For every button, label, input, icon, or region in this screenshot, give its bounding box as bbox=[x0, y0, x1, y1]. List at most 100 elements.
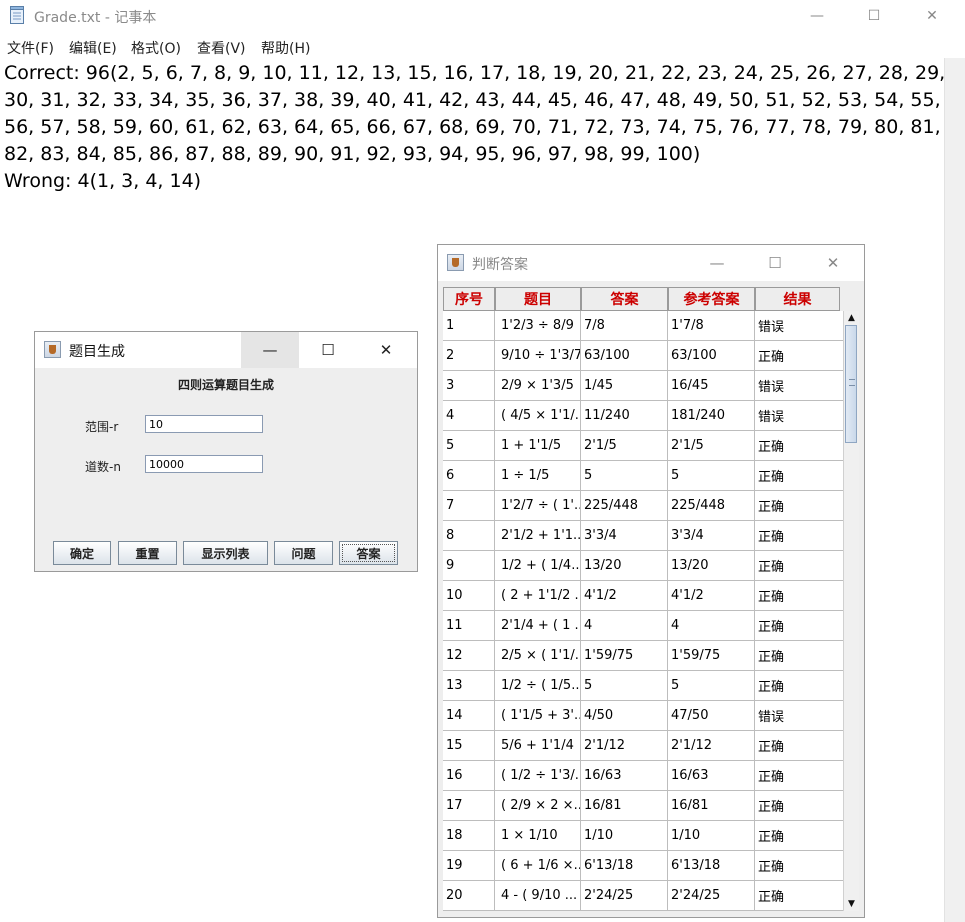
cell-result: 错误 bbox=[755, 371, 844, 401]
notepad-close-button[interactable]: ✕ bbox=[903, 0, 961, 32]
cell-result: 正确 bbox=[755, 431, 844, 461]
table-row[interactable]: 8 2'1/2 + 1'1... 3'3/4 3'3/4 正确 bbox=[443, 521, 844, 551]
generator-title-bar[interactable]: 题目生成 — ☐ ✕ bbox=[35, 332, 417, 368]
table-row[interactable]: 15 5/6 + 1'1/4 2'1/12 2'1/12 正确 bbox=[443, 731, 844, 761]
notepad-menu-bar: 文件(F) 编辑(E) 格式(O) 查看(V) 帮助(H) bbox=[0, 32, 965, 58]
table-row[interactable]: 20 4 - ( 9/10 ... 2'24/25 2'24/25 正确 bbox=[443, 881, 844, 911]
cell-answer: 2'24/25 bbox=[581, 881, 668, 911]
questions-button[interactable]: 问题 bbox=[274, 541, 333, 565]
generator-window: 题目生成 — ☐ ✕ 四则运算题目生成 范围-r 道数-n 确定 重置 显示列表… bbox=[34, 331, 418, 572]
notepad-title-bar[interactable]: Grade.txt - 记事本 — ☐ ✕ bbox=[0, 0, 965, 32]
table-row[interactable]: 1 1'2/3 ÷ 8/9 7/8 1'7/8 错误 bbox=[443, 311, 844, 341]
notepad-title: Grade.txt - 记事本 bbox=[34, 10, 157, 26]
header-index[interactable]: 序号 bbox=[443, 287, 495, 311]
cell-reference: 13/20 bbox=[668, 551, 755, 581]
cell-result: 正确 bbox=[755, 881, 844, 911]
header-answer[interactable]: 答案 bbox=[581, 287, 668, 311]
table-row[interactable]: 10( 2 + 1'1/2 ... 4'1/2 4'1/2 正确 bbox=[443, 581, 844, 611]
table-header: 序号 题目 答案 参考答案 结果 bbox=[443, 287, 840, 311]
grip-icon bbox=[849, 379, 855, 386]
range-input[interactable] bbox=[145, 415, 263, 433]
menu-help[interactable]: 帮助(H) bbox=[261, 38, 310, 58]
cell-index: 3 bbox=[443, 371, 495, 401]
cell-result: 正确 bbox=[755, 581, 844, 611]
cell-reference: 6'13/18 bbox=[668, 851, 755, 881]
cell-question: 5/6 + 1'1/4 bbox=[495, 731, 581, 761]
cell-index: 5 bbox=[443, 431, 495, 461]
cell-answer: 7/8 bbox=[581, 311, 668, 341]
cell-answer: 2'1/12 bbox=[581, 731, 668, 761]
table-row[interactable]: 51 + 1'1/5 2'1/5 2'1/5 正确 bbox=[443, 431, 844, 461]
judge-maximize-button[interactable]: ☐ bbox=[746, 245, 804, 281]
table-row[interactable]: 3 2/9 × 1'3/5 1/45 16/45 错误 bbox=[443, 371, 844, 401]
reset-button[interactable]: 重置 bbox=[118, 541, 177, 565]
table-row[interactable]: 61 ÷ 1/5 5 5 正确 bbox=[443, 461, 844, 491]
cell-reference: 2'1/12 bbox=[668, 731, 755, 761]
cell-result: 正确 bbox=[755, 491, 844, 521]
count-input[interactable] bbox=[145, 455, 263, 473]
generator-minimize-button[interactable]: — bbox=[241, 332, 299, 368]
cell-question: ( 2 + 1'1/2 ... bbox=[495, 581, 581, 611]
cell-index: 4 bbox=[443, 401, 495, 431]
notepad-maximize-button[interactable]: ☐ bbox=[845, 0, 903, 32]
generator-title: 题目生成 bbox=[69, 344, 125, 360]
generator-maximize-button[interactable]: ☐ bbox=[299, 332, 357, 368]
header-result[interactable]: 结果 bbox=[755, 287, 840, 311]
judge-title-bar[interactable]: 判断答案 — ☐ ✕ bbox=[438, 245, 864, 281]
menu-format[interactable]: 格式(O) bbox=[131, 38, 181, 58]
table-row[interactable]: 18 1 × 1/10 1/10 1/10 正确 bbox=[443, 821, 844, 851]
scroll-thumb[interactable] bbox=[845, 325, 857, 443]
judge-minimize-button[interactable]: — bbox=[688, 245, 746, 281]
cell-question: ( 1/2 ÷ 1'3/... bbox=[495, 761, 581, 791]
cell-answer: 13/20 bbox=[581, 551, 668, 581]
text-line: Wrong: 4(1, 3, 4, 14) bbox=[4, 170, 202, 192]
cell-answer: 63/100 bbox=[581, 341, 668, 371]
menu-file[interactable]: 文件(F) bbox=[7, 38, 54, 58]
show-list-button[interactable]: 显示列表 bbox=[183, 541, 268, 565]
cell-result: 正确 bbox=[755, 521, 844, 551]
menu-view[interactable]: 查看(V) bbox=[197, 38, 246, 58]
cell-answer: 4'1/2 bbox=[581, 581, 668, 611]
table-row[interactable]: 13 1/2 ÷ ( 1/5... 5 5 正确 bbox=[443, 671, 844, 701]
table-row[interactable]: 9 1/2 + ( 1/4... 13/20 13/20 正确 bbox=[443, 551, 844, 581]
notepad-vertical-scrollbar[interactable] bbox=[944, 58, 965, 922]
text-line: 56, 57, 58, 59, 60, 61, 62, 63, 64, 65, … bbox=[4, 116, 941, 138]
scroll-up-arrow-icon[interactable]: ▲ bbox=[844, 311, 859, 325]
scroll-down-arrow-icon[interactable]: ▼ bbox=[844, 897, 859, 911]
table-vertical-scrollbar[interactable]: ▲ ▼ bbox=[843, 311, 859, 911]
table-row[interactable]: 11 2'1/4 + ( 1 ... 4 4 正确 bbox=[443, 611, 844, 641]
table-row[interactable]: 16( 1/2 ÷ 1'3/... 16/63 16/63 正确 bbox=[443, 761, 844, 791]
results-table[interactable]: 1 1'2/3 ÷ 8/9 7/8 1'7/8 错误 2 9/10 ÷ 1'3/7 63/10… bbox=[443, 311, 844, 911]
cell-question: 2/9 × 1'3/5 bbox=[495, 371, 581, 401]
judge-title: 判断答案 bbox=[472, 257, 528, 273]
table-row[interactable]: 14( 1'1/5 + 3'... 4/50 47/50 错误 bbox=[443, 701, 844, 731]
answers-button[interactable]: 答案 bbox=[339, 541, 398, 565]
header-reference[interactable]: 参考答案 bbox=[668, 287, 755, 311]
cell-result: 正确 bbox=[755, 731, 844, 761]
cell-reference: 2'1/5 bbox=[668, 431, 755, 461]
cell-index: 18 bbox=[443, 821, 495, 851]
cell-question: 1 ÷ 1/5 bbox=[495, 461, 581, 491]
cell-answer: 4/50 bbox=[581, 701, 668, 731]
cell-reference: 47/50 bbox=[668, 701, 755, 731]
cell-answer: 6'13/18 bbox=[581, 851, 668, 881]
table-row[interactable]: 17( 2/9 × 2 ×... 16/81 16/81 正确 bbox=[443, 791, 844, 821]
cell-question: 4 - ( 9/10 ... bbox=[495, 881, 581, 911]
table-row[interactable]: 12 2/5 × ( 1'1/... 1'59/75 1'59/75 正确 bbox=[443, 641, 844, 671]
cell-index: 7 bbox=[443, 491, 495, 521]
confirm-button[interactable]: 确定 bbox=[53, 541, 111, 565]
judge-close-button[interactable]: ✕ bbox=[804, 245, 862, 281]
cell-question: 1 + 1'1/5 bbox=[495, 431, 581, 461]
header-question[interactable]: 题目 bbox=[495, 287, 581, 311]
notepad-minimize-button[interactable]: — bbox=[788, 0, 846, 32]
count-label: 道数-n bbox=[85, 460, 121, 474]
cell-index: 15 bbox=[443, 731, 495, 761]
table-row[interactable]: 2 9/10 ÷ 1'3/7 63/100 63/100 正确 bbox=[443, 341, 844, 371]
table-row[interactable]: 7 1'2/7 ÷ ( 1'... 225/448 225/448 正确 bbox=[443, 491, 844, 521]
table-row[interactable]: 19( 6 + 1/6 ×... 6'13/18 6'13/18 正确 bbox=[443, 851, 844, 881]
table-row[interactable]: 4( 4/5 × 1'1/... 11/240 181/240 错误 bbox=[443, 401, 844, 431]
cell-answer: 16/63 bbox=[581, 761, 668, 791]
generator-close-button[interactable]: ✕ bbox=[357, 332, 415, 368]
menu-edit[interactable]: 编辑(E) bbox=[69, 38, 117, 58]
cell-question: 1/2 + ( 1/4... bbox=[495, 551, 581, 581]
